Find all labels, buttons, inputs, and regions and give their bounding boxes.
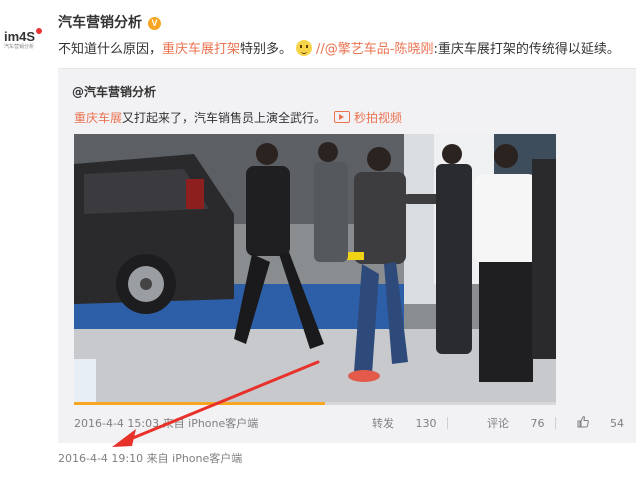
video-progress-fill xyxy=(74,402,325,405)
video-player[interactable] xyxy=(74,134,556,402)
post-author[interactable]: 汽车营销分析 V xyxy=(58,12,161,32)
repost-actions: 转发 130 评论 76 54 xyxy=(336,415,624,431)
video-link[interactable]: 秒拍视频 xyxy=(354,111,402,125)
repost-card: @汽车营销分析 重庆车展又打起来了，汽车销售员上演全武行。 秒拍视频 2016-… xyxy=(58,68,636,443)
share-count: 130 xyxy=(415,417,437,430)
divider xyxy=(554,417,556,429)
post-source: 来自 iPhone客户端 xyxy=(146,452,243,465)
repost-timestamp[interactable]: 2016-4-4 15:03 xyxy=(74,417,159,430)
repost-text: 重庆车展又打起来了，汽车销售员上演全武行。 秒拍视频 xyxy=(74,109,402,126)
post-text: 不知道什么原因，重庆车展打架特别多。 //@擎艺车品-陈晓刚:重庆车展打架的传统得… xyxy=(58,38,620,57)
post-meta: 2016-4-4 19:10 来自 iPhone客户端 xyxy=(58,450,242,466)
repost-source: 来自 iPhone客户端 xyxy=(162,417,259,430)
repost-body: 又打起来了，汽车销售员上演全武行。 xyxy=(122,111,327,125)
logo-subtitle: 汽车营销分析 xyxy=(4,44,35,50)
post-text-part2: 特别多。 xyxy=(240,42,293,57)
repost-meta: 2016-4-4 15:03 来自 iPhone客户端 xyxy=(74,415,258,431)
repost-comment-button[interactable]: 评论 76 xyxy=(469,417,545,430)
topic-link[interactable]: 重庆车展打架 xyxy=(162,42,240,57)
repost-like-button[interactable]: 54 xyxy=(577,416,624,430)
video-progress-bar[interactable] xyxy=(74,402,556,405)
repost-topic-link[interactable]: 重庆车展 xyxy=(74,111,122,125)
mention-link[interactable]: //@擎艺车品-陈晓刚 xyxy=(316,42,433,57)
thumbs-up-icon xyxy=(577,416,589,428)
repost-share-button[interactable]: 转发 130 xyxy=(354,417,437,430)
person-white-shirt xyxy=(474,144,556,382)
comment-label: 评论 xyxy=(487,417,509,430)
repost-author[interactable]: @汽车营销分析 xyxy=(72,83,156,100)
share-label: 转发 xyxy=(372,417,394,430)
face-emoji-icon xyxy=(296,40,313,56)
like-count: 54 xyxy=(610,417,624,430)
comment-count: 76 xyxy=(530,417,545,430)
post-text-part3: :重庆车展打架的传统得以延续。 xyxy=(433,42,620,57)
video-icon[interactable] xyxy=(334,111,351,123)
divider xyxy=(446,417,448,429)
verified-badge-icon: V xyxy=(148,17,161,30)
author-name[interactable]: 汽车营销分析 xyxy=(58,15,142,31)
post-timestamp[interactable]: 2016-4-4 19:10 xyxy=(58,452,143,465)
im4s-logo: im4S xyxy=(4,28,43,44)
video-frame xyxy=(74,134,556,402)
author-avatar[interactable]: im4S 汽车营销分析 xyxy=(4,26,52,50)
post-text-part1: 不知道什么原因， xyxy=(58,42,163,57)
